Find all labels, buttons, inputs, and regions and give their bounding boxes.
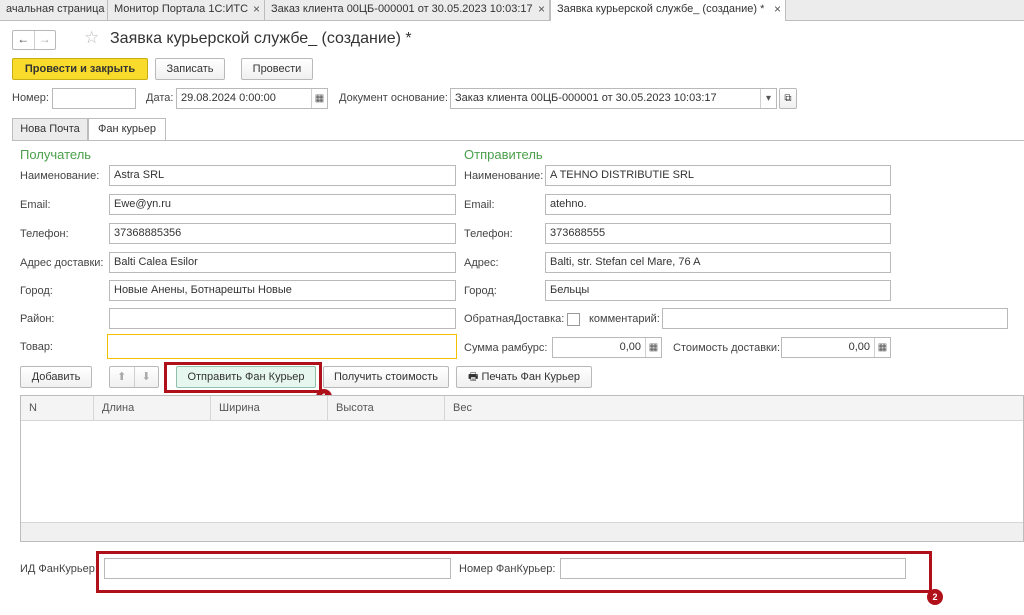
- sender-address-field[interactable]: Balti, str. Stefan cel Mare, 76 A: [545, 252, 891, 273]
- table-header: N Длина Ширина Высота Вес: [21, 396, 1023, 421]
- return-delivery-checkbox[interactable]: [567, 313, 580, 326]
- parcels-table[interactable]: N Длина Ширина Высота Вес: [20, 395, 1024, 542]
- open-link-icon[interactable]: ⧉: [779, 88, 797, 109]
- column-weight[interactable]: Вес: [445, 396, 1024, 420]
- number-label: Номер:: [12, 92, 49, 104]
- forward-arrow-icon[interactable]: →: [33, 31, 56, 49]
- tab-fan-courier[interactable]: Фан курьер: [88, 118, 166, 141]
- column-width[interactable]: Ширина: [211, 396, 328, 420]
- cod-field[interactable]: 0,00 ▦: [552, 337, 662, 358]
- cod-label: Сумма рамбурс:: [464, 342, 548, 354]
- column-length[interactable]: Длина: [94, 396, 211, 420]
- sender-name-label: Наименование:: [464, 170, 544, 182]
- add-button[interactable]: Добавить: [20, 366, 92, 388]
- comment-label: комментарий:: [589, 313, 660, 325]
- callout-badge-2: 2: [927, 589, 943, 605]
- calculator-icon[interactable]: ▦: [645, 338, 661, 357]
- tab-its-monitor[interactable]: Монитор Портала 1С:ИТС ×: [108, 0, 265, 20]
- recipient-email-field[interactable]: Ewe@yn.ru: [109, 194, 456, 215]
- number-field[interactable]: [52, 88, 136, 109]
- date-label: Дата:: [146, 92, 174, 104]
- tab-nova-poshta[interactable]: Нова Почта: [12, 118, 88, 140]
- top-tab-bar: ачальная страница Монитор Портала 1С:ИТС…: [0, 0, 1024, 21]
- recipient-city-field[interactable]: Новые Анены, Ботнарешты Новые: [109, 280, 456, 301]
- close-icon[interactable]: ×: [774, 0, 781, 19]
- recipient-email-label: Email:: [20, 199, 51, 211]
- tab-courier-request[interactable]: Заявка курьерской службе_ (создание) * ×: [550, 0, 786, 21]
- close-icon[interactable]: ×: [253, 0, 260, 19]
- get-cost-button[interactable]: Получить стоимость: [323, 366, 449, 388]
- recipient-city-label: Город:: [20, 285, 53, 297]
- back-arrow-icon[interactable]: ←: [13, 31, 34, 49]
- sender-city-label: Город:: [464, 285, 497, 297]
- highlight-box-1: [164, 362, 322, 393]
- fan-courier-id-label: ИД ФанКурьер:: [20, 563, 98, 575]
- recipient-district-field[interactable]: [109, 308, 456, 329]
- sender-phone-label: Телефон:: [464, 228, 513, 240]
- sender-email-label: Email:: [464, 199, 495, 211]
- basis-doc-field[interactable]: Заказ клиента 00ЦБ-000001 от 30.05.2023 …: [450, 88, 777, 109]
- return-delivery-label: ОбратнаяДоставка:: [464, 313, 565, 325]
- close-icon[interactable]: ×: [538, 0, 545, 19]
- column-n[interactable]: N: [21, 396, 94, 420]
- recipient-address-label: Адрес доставки:: [20, 257, 104, 269]
- recipient-title: Получатель: [20, 147, 92, 162]
- recipient-district-label: Район:: [20, 313, 55, 325]
- tab-divider: [12, 140, 1024, 141]
- move-down-icon[interactable]: ⬇: [133, 367, 159, 387]
- tab-client-order[interactable]: Заказ клиента 00ЦБ-000001 от 30.05.2023 …: [265, 0, 550, 20]
- tab-home[interactable]: ачальная страница: [0, 0, 108, 20]
- move-up-icon[interactable]: ⬆: [110, 367, 134, 387]
- date-field[interactable]: 29.08.2024 0:00:00 ▦: [176, 88, 328, 109]
- sender-title: Отправитель: [464, 147, 543, 162]
- sender-email-field[interactable]: atehno.: [545, 194, 891, 215]
- column-height[interactable]: Высота: [328, 396, 445, 420]
- sender-phone-field[interactable]: 373688555: [545, 223, 891, 244]
- page-title: Заявка курьерской службе_ (создание) *: [110, 30, 412, 47]
- calculator-icon[interactable]: ▦: [874, 338, 890, 357]
- favorite-star-icon[interactable]: ☆: [84, 28, 99, 48]
- recipient-phone-label: Телефон:: [20, 228, 69, 240]
- nav-buttons: ← →: [12, 30, 56, 50]
- delivery-cost-field[interactable]: 0,00 ▦: [781, 337, 891, 358]
- highlight-box-2: [96, 551, 932, 593]
- basis-doc-label: Документ основание:: [339, 92, 448, 104]
- post-and-close-button[interactable]: Провести и закрыть: [12, 58, 148, 80]
- save-button[interactable]: Записать: [155, 58, 225, 80]
- recipient-address-field[interactable]: Balti Calea Esilor: [109, 252, 456, 273]
- goods-field[interactable]: [107, 334, 457, 359]
- calendar-icon[interactable]: ▦: [311, 89, 327, 108]
- recipient-name-field[interactable]: Astra SRL: [109, 165, 456, 186]
- sender-name-field[interactable]: A TEHNO DISTRIBUTIE SRL: [545, 165, 891, 186]
- table-footer: [21, 522, 1023, 541]
- move-buttons: ⬆ ⬇: [109, 366, 159, 388]
- recipient-phone-field[interactable]: 37368885356: [109, 223, 456, 244]
- delivery-cost-label: Стоимость доставки:: [673, 342, 781, 354]
- goods-label: Товар:: [20, 341, 53, 353]
- sender-city-field[interactable]: Бельцы: [545, 280, 891, 301]
- recipient-name-label: Наименование:: [20, 170, 100, 182]
- comment-field[interactable]: [662, 308, 1008, 329]
- post-button[interactable]: Провести: [241, 58, 313, 80]
- printer-icon: 🖶: [467, 371, 479, 383]
- dropdown-icon[interactable]: ▾: [760, 89, 776, 108]
- sender-address-label: Адрес:: [464, 257, 499, 269]
- print-fan-courier-button[interactable]: 🖶 Печать Фан Курьер: [456, 366, 592, 388]
